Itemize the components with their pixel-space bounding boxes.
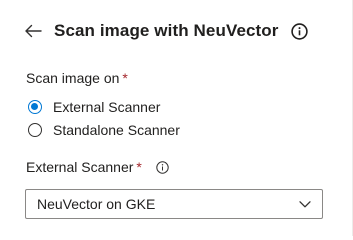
back-arrow-icon xyxy=(25,24,42,38)
radio-label-external-scanner: External Scanner xyxy=(53,99,161,115)
back-button[interactable] xyxy=(22,20,44,42)
radio-label-standalone-scanner: Standalone Scanner xyxy=(53,122,180,138)
required-marker: * xyxy=(122,70,128,86)
scan-image-panel: Scan image with NeuVector Scan image on … xyxy=(0,0,353,236)
dropdown-selected-value: NeuVector on GKE xyxy=(37,196,156,212)
scan-target-label: Scan image on * xyxy=(26,70,128,86)
info-icon xyxy=(156,160,169,174)
radio-button-checked[interactable] xyxy=(28,100,42,114)
radio-option-standalone-scanner[interactable]: Standalone Scanner xyxy=(28,121,180,139)
chevron-down-icon xyxy=(298,197,312,211)
radio-option-external-scanner[interactable]: External Scanner xyxy=(28,98,160,116)
external-scanner-label-text: External Scanner xyxy=(26,159,134,175)
external-scanner-info-button[interactable] xyxy=(156,160,169,174)
panel-header: Scan image with NeuVector xyxy=(22,15,308,47)
radio-button-unchecked[interactable] xyxy=(28,123,42,137)
page-title: Scan image with NeuVector xyxy=(54,21,279,40)
title-info-button[interactable] xyxy=(290,22,308,40)
scan-target-label-text: Scan image on xyxy=(26,70,120,86)
external-scanner-dropdown[interactable]: NeuVector on GKE xyxy=(25,189,323,219)
external-scanner-label: External Scanner * xyxy=(26,159,169,175)
info-icon xyxy=(290,22,308,40)
required-marker: * xyxy=(136,159,142,175)
